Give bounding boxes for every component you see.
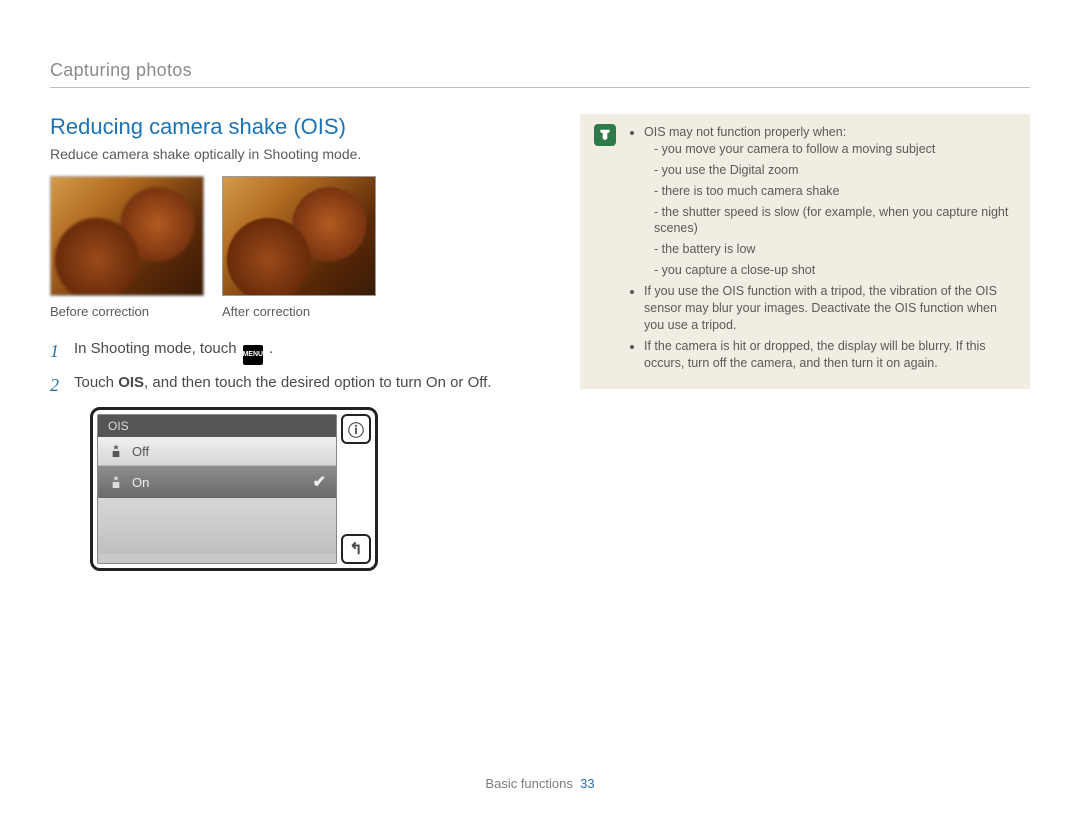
divider — [50, 87, 1030, 88]
photo-before-block: Before correction — [50, 176, 204, 319]
ois-title: OIS — [98, 415, 336, 437]
note-b1-text: OIS may not function properly when: — [644, 125, 846, 139]
photo-comparison: Before correction After correction — [50, 176, 540, 319]
ois-on-icon — [108, 474, 124, 490]
note-b1: OIS may not function properly when: you … — [644, 124, 1012, 279]
note-b1-item: you move your camera to follow a moving … — [654, 141, 1012, 158]
step-1: 1 In Shooting mode, touch MENU . — [50, 339, 540, 365]
step-number: 1 — [50, 339, 64, 365]
ois-off-icon — [108, 443, 124, 459]
note-panel: OIS may not function properly when: you … — [580, 114, 1030, 389]
footer: Basic functions 33 — [0, 776, 1080, 791]
note-b1-sublist: you move your camera to follow a moving … — [644, 141, 1012, 279]
ois-panel-inner: OIS Off On ✔ — [97, 414, 371, 564]
step-1-text: In Shooting mode, touch MENU . — [74, 339, 273, 365]
step-2-bold: OIS — [118, 374, 144, 391]
photo-after-block: After correction — [222, 176, 376, 319]
note-b1-item: you capture a close-up shot — [654, 262, 1012, 279]
ois-off-label: Off — [132, 444, 149, 459]
caption-after: After correction — [222, 304, 376, 319]
note-list: OIS may not function properly when: you … — [626, 124, 1012, 371]
ois-list: OIS Off On ✔ — [97, 414, 337, 564]
footer-page: 33 — [580, 776, 594, 791]
right-column: OIS may not function properly when: you … — [580, 114, 1030, 571]
note-icon — [594, 124, 616, 146]
breadcrumb: Capturing photos — [50, 60, 1030, 81]
footer-section: Basic functions — [485, 776, 572, 791]
photo-after — [222, 176, 376, 296]
step-number: 2 — [50, 373, 64, 397]
note-b1-item: there is too much camera shake — [654, 183, 1012, 200]
ois-panel: OIS Off On ✔ — [90, 407, 378, 571]
steps: 1 In Shooting mode, touch MENU . 2 Touch… — [50, 339, 540, 397]
step-2-post: , and then touch the desired option to t… — [144, 374, 491, 391]
step-2-pre: Touch — [74, 374, 118, 391]
note-b2: If you use the OIS function with a tripo… — [644, 283, 1012, 334]
caption-before: Before correction — [50, 304, 204, 319]
page-title: Reducing camera shake (OIS) — [50, 114, 540, 140]
ois-item-on[interactable]: On ✔ — [98, 466, 336, 498]
note-b1-item: the shutter speed is slow (for example, … — [654, 204, 1012, 238]
photo-before — [50, 176, 204, 296]
intro-text: Reduce camera shake optically in Shootin… — [50, 146, 540, 162]
ois-spacer — [98, 498, 336, 554]
ois-on-label: On — [132, 475, 149, 490]
checkmark-icon: ✔ — [313, 472, 326, 492]
note-content: OIS may not function properly when: you … — [626, 124, 1012, 375]
back-button[interactable]: ↰ — [341, 534, 371, 564]
step-2: 2 Touch OIS, and then touch the desired … — [50, 373, 540, 397]
ois-side-buttons: ⓘ ↰ — [341, 414, 371, 564]
left-column: Reducing camera shake (OIS) Reduce camer… — [50, 114, 540, 571]
ois-item-off[interactable]: Off — [98, 437, 336, 466]
page: Capturing photos Reducing camera shake (… — [0, 0, 1080, 815]
content-columns: Reducing camera shake (OIS) Reduce camer… — [50, 114, 1030, 571]
note-b1-item: you use the Digital zoom — [654, 162, 1012, 179]
note-b3: If the camera is hit or dropped, the dis… — [644, 338, 1012, 372]
step-1-post: . — [265, 340, 273, 357]
info-button[interactable]: ⓘ — [341, 414, 371, 444]
note-b1-item: the battery is low — [654, 241, 1012, 258]
step-1-pre: In Shooting mode, touch — [74, 340, 241, 357]
menu-icon: MENU — [243, 345, 263, 365]
step-2-text: Touch OIS, and then touch the desired op… — [74, 373, 492, 397]
